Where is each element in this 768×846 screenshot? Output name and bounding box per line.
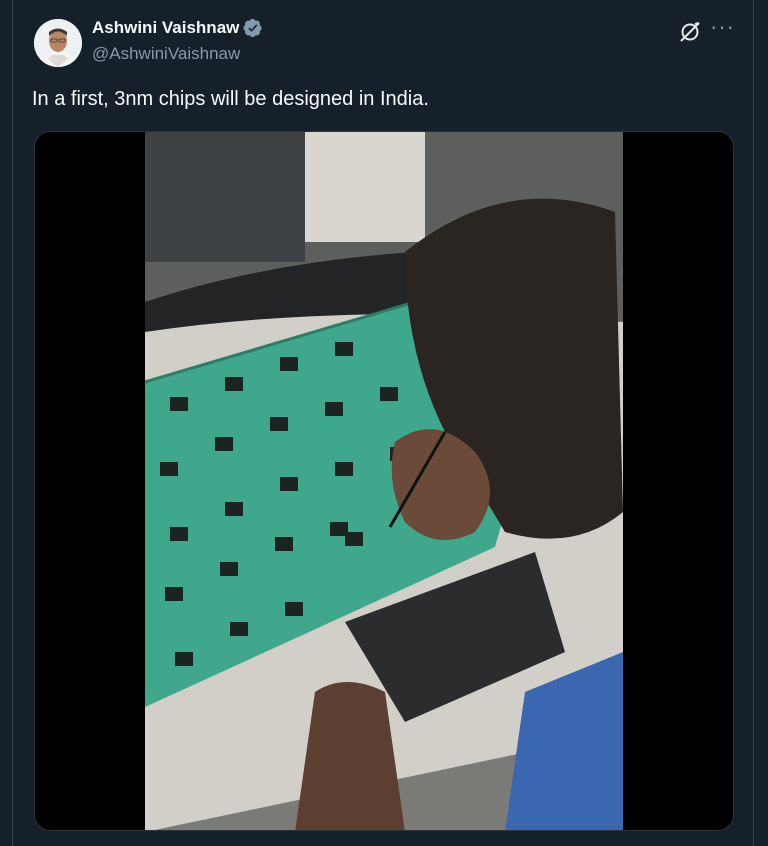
more-icon[interactable]: ···	[710, 16, 734, 42]
author-handle[interactable]: @AshwiniVaishnaw	[92, 44, 240, 64]
author-display-name[interactable]: Ashwini Vaishnaw	[92, 18, 239, 38]
tweet-card: Ashwini Vaishnaw @AshwiniVaishnaw ··· In…	[12, 0, 754, 846]
verified-badge-icon	[243, 18, 263, 38]
author-name-row[interactable]: Ashwini Vaishnaw	[92, 18, 263, 38]
grok-icon[interactable]	[678, 20, 702, 44]
video-thumbnail	[145, 132, 623, 830]
tweet-text: In a first, 3nm chips will be designed i…	[32, 88, 429, 110]
author-avatar[interactable]	[34, 19, 82, 67]
tweet-media-video[interactable]	[34, 131, 734, 831]
